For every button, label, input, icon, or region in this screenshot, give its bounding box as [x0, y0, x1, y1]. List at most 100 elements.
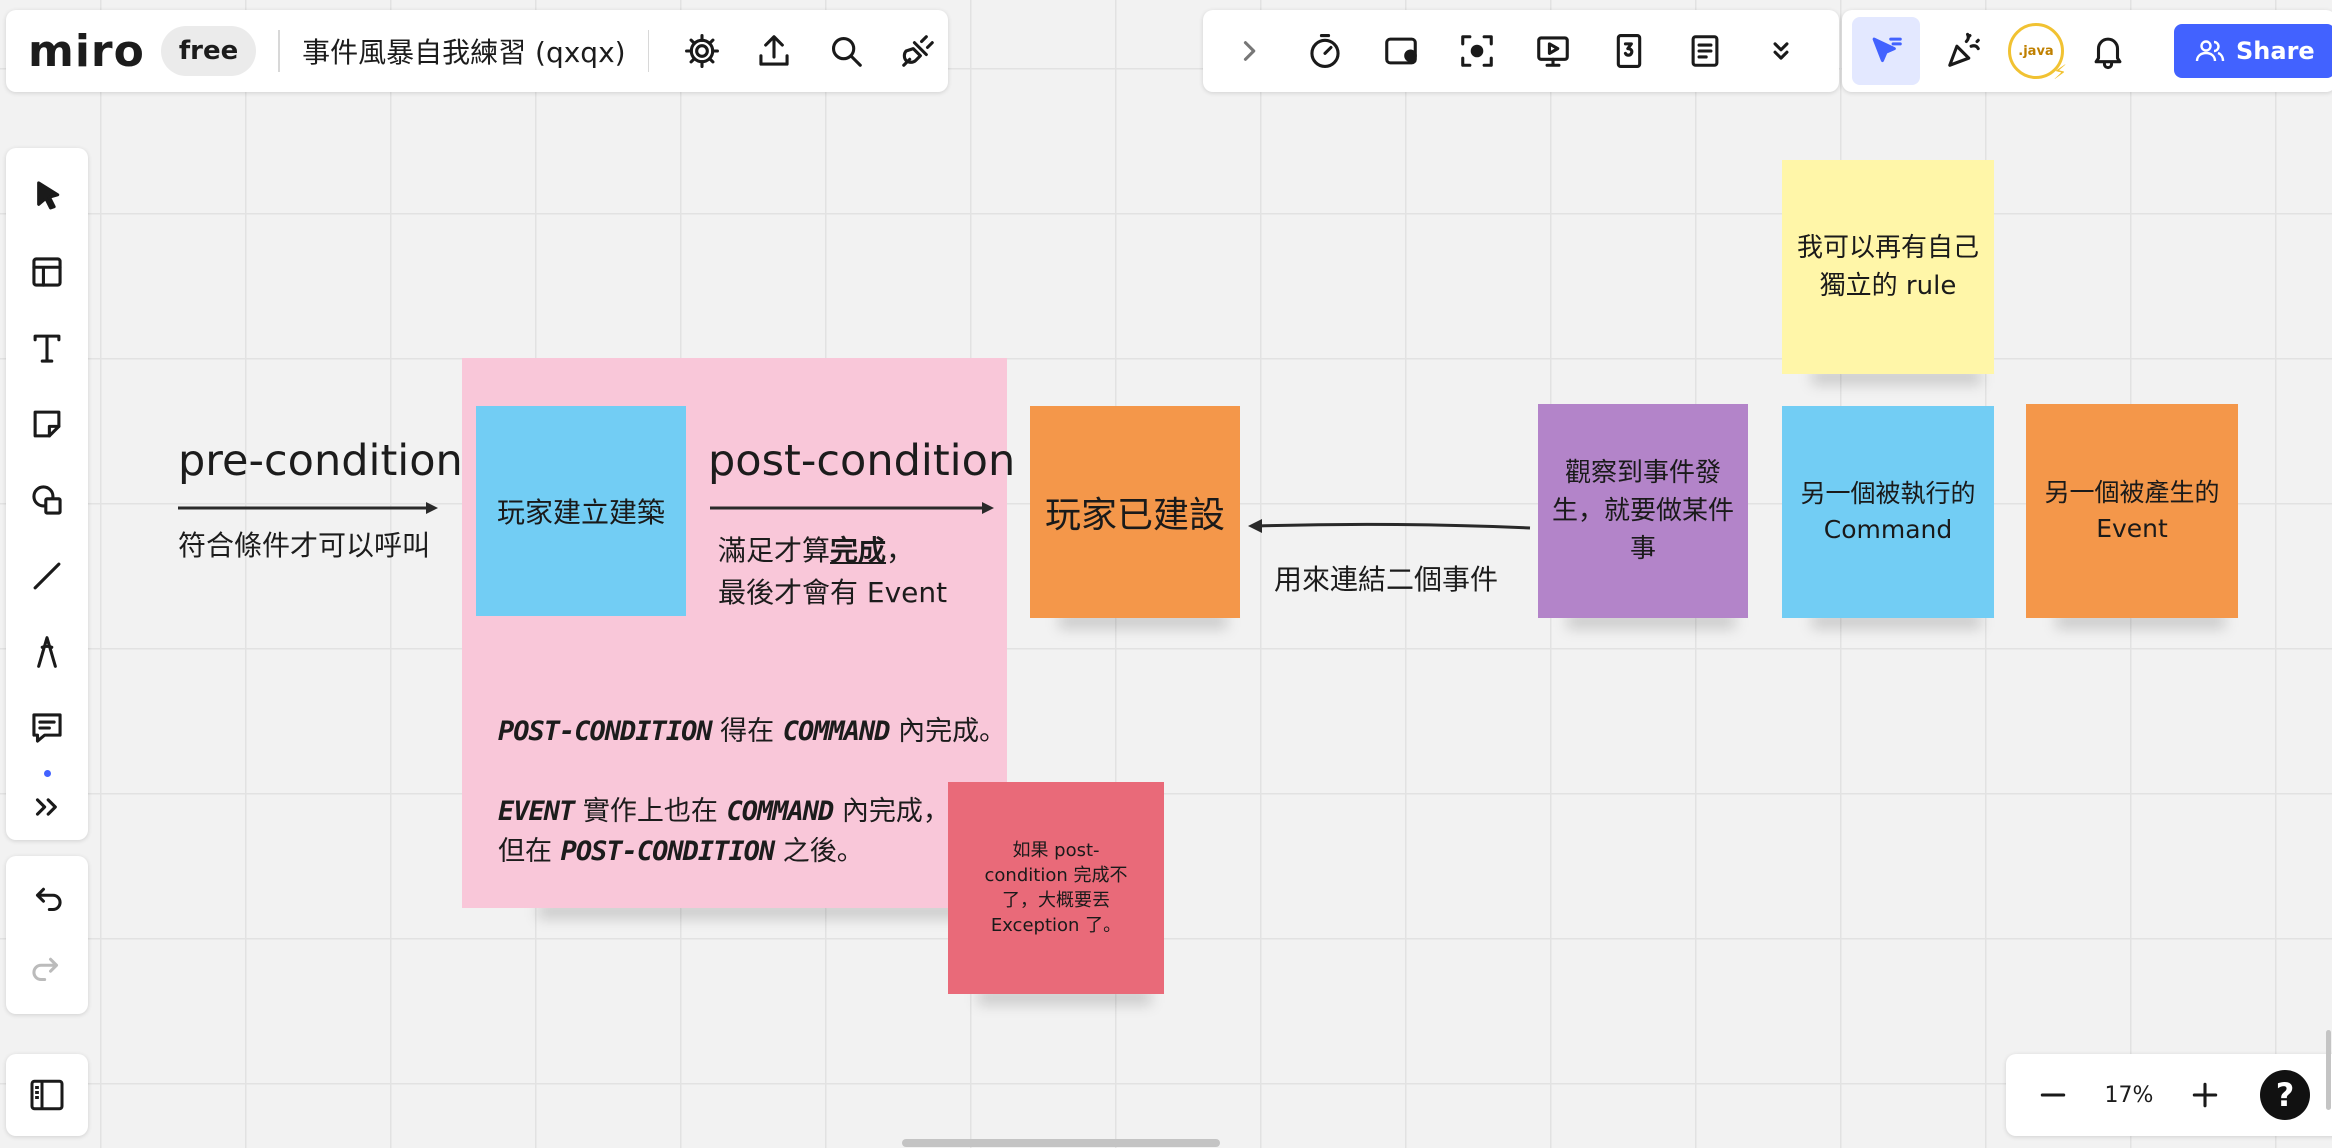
miro-logo[interactable]: miro: [28, 26, 145, 77]
text-icon: [33, 334, 61, 363]
party-icon: [1948, 32, 1980, 67]
note-term: COMMAND: [782, 716, 891, 747]
share-label: Share: [2236, 37, 2315, 65]
share-button[interactable]: Share: [2174, 24, 2332, 78]
link-arrow[interactable]: [1244, 516, 1534, 540]
text-tool[interactable]: [12, 316, 82, 380]
exception-sticky-text: 如果 post-condition 完成不了，大概要丟 Exception 了。: [984, 840, 1128, 936]
undo-icon: [35, 887, 62, 912]
pre-condition-title[interactable]: pre-condition: [178, 436, 463, 486]
event-sticky-text: 玩家已建設: [1044, 495, 1225, 536]
pen-icon: [37, 636, 57, 668]
post-condition-desc[interactable]: 滿足才算完成， 最後才會有 Event: [718, 530, 947, 614]
timer-button[interactable]: [1293, 19, 1357, 83]
search-icon: [831, 36, 862, 67]
plugin-button[interactable]: [888, 19, 948, 83]
shapes-icon: [32, 485, 62, 515]
pre-condition-desc[interactable]: 符合條件才可以呼叫: [178, 524, 430, 564]
shapes-tool[interactable]: [12, 468, 82, 532]
divider: [278, 30, 281, 72]
bolt-icon: ⚡: [2052, 60, 2067, 84]
divider: [647, 30, 650, 72]
timer-icon: [1310, 34, 1340, 68]
history-toolbar: [6, 856, 88, 1014]
cursor-toggle-button[interactable]: [1852, 17, 1920, 85]
board-title[interactable]: 事件風暴自我練習 (qxqx): [302, 31, 625, 71]
post-condition-arrow[interactable]: [708, 500, 998, 516]
policy-sticky[interactable]: 觀察到事件發生，就要做某件事: [1538, 404, 1748, 618]
help-button[interactable]: ?: [2260, 1070, 2310, 1120]
notes-button[interactable]: [1673, 19, 1737, 83]
bell-icon: [2094, 37, 2122, 70]
expand-toolbar-button[interactable]: [1217, 19, 1281, 83]
more-apps-button[interactable]: [1749, 19, 1813, 83]
templates-icon: [32, 257, 62, 287]
note-term: POST-CONDITION: [560, 836, 776, 867]
board-panel-toggle[interactable]: [6, 1054, 88, 1136]
exception-sticky[interactable]: 如果 post-condition 完成不了，大概要丟 Exception 了。: [948, 782, 1164, 994]
pen-tool[interactable]: [12, 620, 82, 684]
more-icon: [1773, 42, 1789, 60]
attention-button[interactable]: [1445, 19, 1509, 83]
sidebar-icon: [30, 1079, 64, 1111]
event-sticky[interactable]: 玩家已建設: [1030, 406, 1240, 618]
pre-condition-arrow[interactable]: [176, 500, 446, 516]
templates-tool[interactable]: [12, 240, 82, 304]
minus-icon: [2040, 1093, 2066, 1097]
zoom-out-button[interactable]: [2028, 1063, 2078, 1127]
plugin-icon: [902, 35, 934, 67]
command2-sticky[interactable]: 另一個被執行的 Command: [1782, 406, 1994, 618]
frame-note[interactable]: POST-CONDITION 得在 COMMAND 內完成。 EVENT 實作上…: [498, 712, 1006, 872]
note-text: 實作上也在: [574, 796, 727, 827]
note-term: COMMAND: [726, 796, 834, 827]
zoom-level[interactable]: 17%: [2094, 1083, 2164, 1108]
cursor-icon: [1872, 37, 1902, 63]
sticky-note-icon: [33, 410, 61, 438]
presentation-button[interactable]: [1521, 19, 1585, 83]
search-button[interactable]: [816, 19, 876, 83]
command2-sticky-text: 另一個被執行的 Command: [1800, 479, 1976, 544]
reactions-button[interactable]: [1932, 19, 1996, 83]
settings-button[interactable]: [671, 19, 731, 83]
redo-button[interactable]: [15, 935, 79, 1005]
video-chat-button[interactable]: [1369, 19, 1433, 83]
comment-tool[interactable]: [12, 696, 82, 760]
select-tool[interactable]: [12, 164, 82, 228]
note-text: 內完成。: [889, 716, 1007, 747]
note-text: 內完成，: [833, 796, 950, 827]
undo-button[interactable]: [15, 865, 79, 935]
plan-badge[interactable]: free: [160, 26, 257, 76]
line-tool[interactable]: [12, 544, 82, 608]
more-tools-button[interactable]: [12, 787, 82, 827]
user-avatar[interactable]: .java ⚡: [2008, 23, 2067, 84]
vertical-scrollbar[interactable]: [2326, 1030, 2331, 1110]
zoom-in-button[interactable]: [2180, 1063, 2230, 1127]
note-text: 得在: [711, 716, 783, 747]
zoom-controls: 17% ?: [2006, 1054, 2332, 1136]
collaboration-toolbar: [1203, 10, 1839, 92]
video-icon: [1385, 37, 1417, 65]
post-desc-line2: 最後才會有 Event: [718, 576, 948, 609]
more-tools-icon: [35, 798, 57, 816]
frames-button[interactable]: [1597, 19, 1661, 83]
rule-sticky[interactable]: 我可以再有自己獨立的 rule: [1782, 160, 1994, 374]
horizontal-scrollbar[interactable]: [902, 1139, 1220, 1147]
event2-sticky-text: 另一個被產生的 Event: [2044, 478, 2220, 543]
event2-sticky[interactable]: 另一個被產生的 Event: [2026, 404, 2238, 618]
export-button[interactable]: [744, 19, 804, 83]
notifications-button[interactable]: [2076, 19, 2140, 83]
command-sticky[interactable]: 玩家建立建築: [476, 406, 686, 616]
post-condition-title[interactable]: post-condition: [708, 436, 1015, 486]
sticky-note-tool[interactable]: [12, 392, 82, 456]
select-icon: [37, 181, 60, 210]
post-desc-suffix: ，: [886, 534, 915, 567]
top-right-toolbar: .java ⚡ Share: [1842, 10, 2332, 92]
redo-icon: [32, 957, 59, 982]
command-sticky-text: 玩家建立建築: [496, 496, 665, 529]
avatar-label: .java: [2018, 43, 2054, 59]
present-icon: [1537, 36, 1569, 67]
comment-icon: [32, 713, 62, 743]
rule-sticky-text: 我可以再有自己獨立的 rule: [1796, 233, 1979, 301]
link-label[interactable]: 用來連結二個事件: [1274, 558, 1498, 598]
plus-icon: [2192, 1082, 2218, 1108]
